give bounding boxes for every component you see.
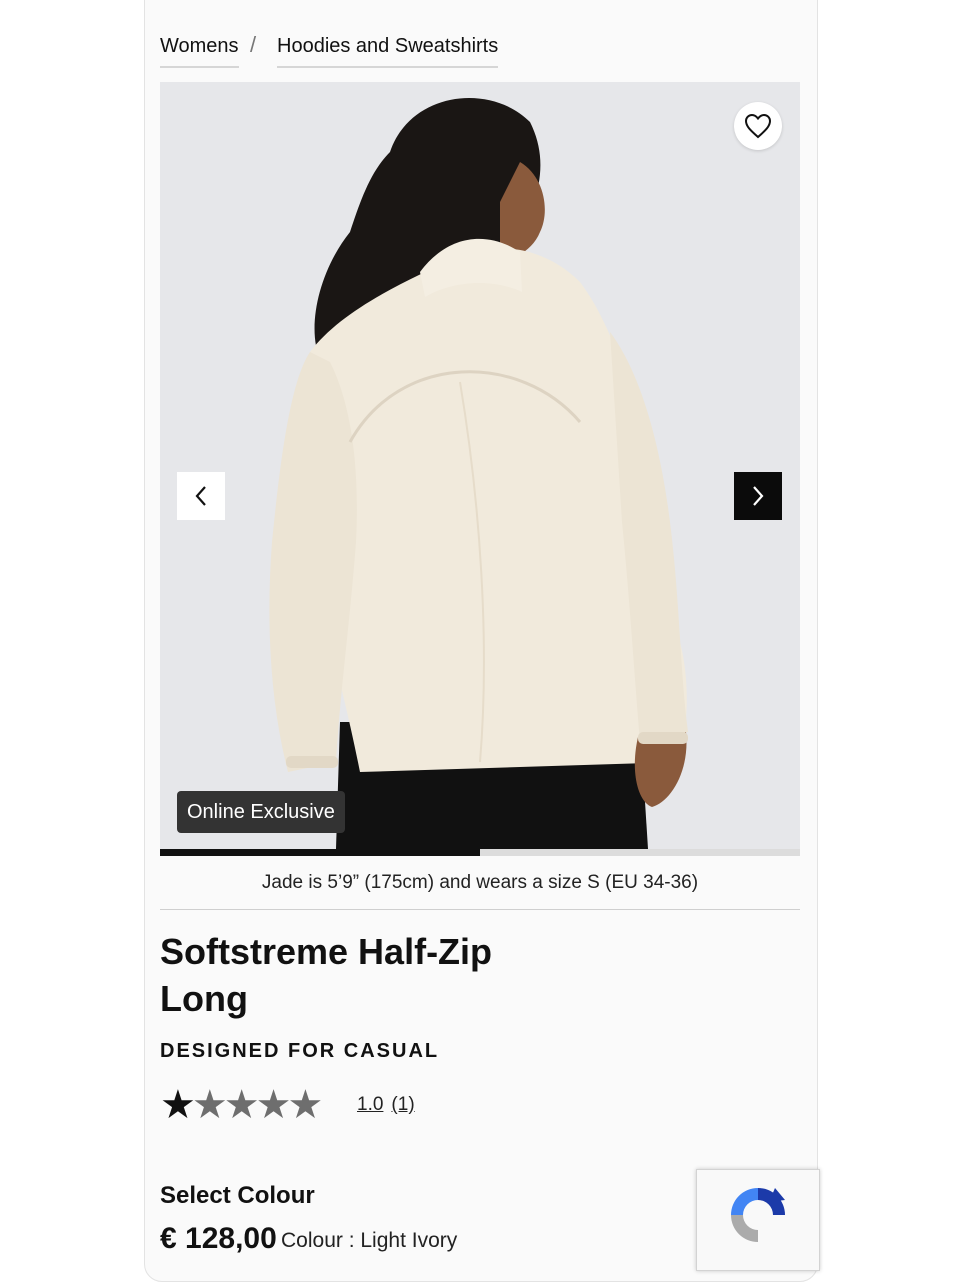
product-image[interactable] bbox=[160, 82, 800, 849]
favorite-button[interactable] bbox=[734, 102, 782, 150]
star-empty-icon: ★ bbox=[223, 1083, 260, 1127]
model-size-info: Jade is 5’9” (175cm) and wears a size S … bbox=[261, 872, 699, 893]
breadcrumb-womens[interactable]: Womens bbox=[160, 34, 239, 68]
star-empty-icon: ★ bbox=[287, 1083, 324, 1127]
star-empty-icon: ★ bbox=[191, 1083, 228, 1127]
rating-link[interactable]: 1.0 (1) bbox=[357, 1094, 415, 1116]
star-filled-icon: ★ bbox=[160, 1083, 196, 1127]
next-image-button[interactable] bbox=[734, 472, 782, 520]
product-category: DESIGNED FOR CASUAL bbox=[160, 1040, 440, 1062]
rating-stars[interactable]: ★ ★ ★ ★ ★ bbox=[160, 1083, 323, 1127]
chevron-right-icon bbox=[753, 486, 764, 506]
gallery-progress-fill bbox=[160, 849, 480, 856]
gallery-progress-bar bbox=[160, 849, 800, 856]
product-photo bbox=[160, 82, 800, 849]
product-title: Softstreme Half-Zip Long bbox=[160, 931, 493, 1019]
previous-image-button[interactable] bbox=[177, 472, 225, 520]
online-exclusive-badge: Online Exclusive bbox=[177, 791, 345, 833]
colour-name: Colour : Light Ivory bbox=[281, 1229, 458, 1252]
review-count: (1) bbox=[391, 1094, 415, 1115]
rating-value: 1.0 bbox=[357, 1094, 384, 1115]
breadcrumb-hoodies-sweatshirts[interactable]: Hoodies and Sweatshirts bbox=[277, 34, 499, 68]
chevron-left-icon bbox=[195, 486, 206, 506]
star-empty-icon: ★ bbox=[255, 1083, 292, 1127]
recaptcha-icon bbox=[731, 1188, 785, 1242]
recaptcha-badge[interactable] bbox=[696, 1169, 820, 1271]
divider bbox=[160, 909, 800, 910]
product-price: € 128,00 bbox=[160, 1222, 277, 1255]
heart-icon bbox=[744, 113, 772, 139]
breadcrumb-separator: / bbox=[250, 32, 257, 57]
select-colour-label: Select Colour bbox=[160, 1182, 315, 1209]
